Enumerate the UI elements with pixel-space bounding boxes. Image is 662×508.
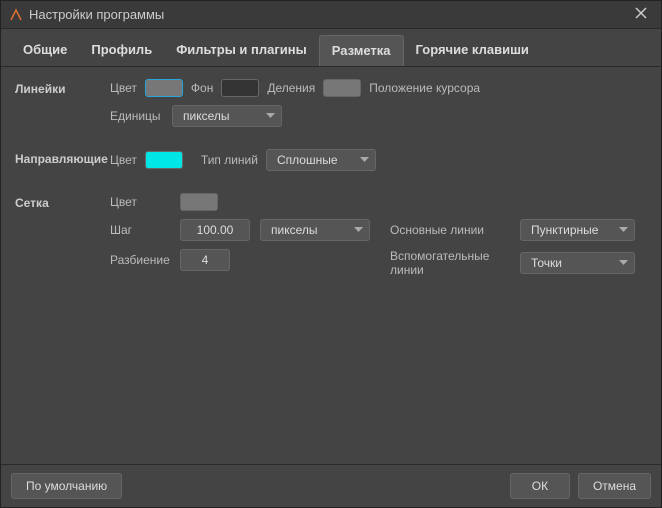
grid-main-lines-dropdown[interactable]: Пунктирные (520, 219, 635, 241)
section-grid-label: Сетка (15, 193, 110, 210)
guides-linetype-label: Тип линий (201, 153, 258, 167)
section-guides: Направляющие Цвет Тип линий Сплошные (15, 149, 647, 179)
tab-general[interactable]: Общие (11, 35, 79, 66)
grid-step-label: Шаг (110, 223, 170, 237)
tab-filters[interactable]: Фильтры и плагины (164, 35, 319, 66)
guides-linetype-dropdown[interactable]: Сплошные (266, 149, 376, 171)
app-icon (9, 8, 23, 22)
grid-color-label: Цвет (110, 195, 170, 209)
titlebar: Настройки программы (1, 1, 661, 29)
section-guides-label: Направляющие (15, 149, 110, 166)
close-button[interactable] (629, 4, 653, 26)
grid-aux-lines-label: Вспомогательные линии (390, 249, 510, 277)
grid-aux-lines-value: Точки (531, 256, 562, 270)
rulers-divisions-label: Деления (267, 81, 315, 95)
tab-hotkeys[interactable]: Горячие клавиши (404, 35, 541, 66)
settings-window: Настройки программы Общие Профиль Фильтр… (0, 0, 662, 508)
grid-color-swatch[interactable] (180, 193, 218, 211)
rulers-divisions-swatch[interactable] (323, 79, 361, 97)
chevron-down-icon (354, 227, 363, 233)
grid-main-lines-value: Пунктирные (531, 223, 598, 237)
tab-markup[interactable]: Разметка (319, 35, 404, 66)
chevron-down-icon (360, 157, 369, 163)
chevron-down-icon (619, 227, 628, 233)
chevron-down-icon (619, 260, 628, 266)
ok-button[interactable]: ОК (510, 473, 570, 499)
tab-profile[interactable]: Профиль (79, 35, 164, 66)
grid-step-units-dropdown[interactable]: пикселы (260, 219, 370, 241)
section-rulers: Линейки Цвет Фон Деления Положение курсо… (15, 79, 647, 135)
content-area: Линейки Цвет Фон Деления Положение курсо… (1, 67, 661, 464)
cancel-button[interactable]: Отмена (578, 473, 651, 499)
rulers-color-swatch[interactable] (145, 79, 183, 97)
footer: По умолчанию ОК Отмена (1, 464, 661, 507)
rulers-color-label: Цвет (110, 81, 137, 95)
rulers-bg-label: Фон (191, 81, 213, 95)
section-rulers-label: Линейки (15, 79, 110, 96)
guides-color-swatch[interactable] (145, 151, 183, 169)
grid-main-lines-label: Основные линии (390, 223, 510, 237)
guides-color-label: Цвет (110, 153, 137, 167)
chevron-down-icon (266, 113, 275, 119)
grid-subdiv-label: Разбиение (110, 253, 170, 267)
rulers-units-label: Единицы (110, 109, 164, 123)
grid-aux-lines-dropdown[interactable]: Точки (520, 252, 635, 274)
grid-subdiv-field[interactable]: 4 (180, 249, 230, 271)
guides-linetype-value: Сплошные (277, 153, 338, 167)
grid-step-field[interactable]: 100.00 (180, 219, 250, 241)
section-grid: Сетка Цвет Шаг 100.00 пикселы (15, 193, 647, 277)
tab-bar: Общие Профиль Фильтры и плагины Разметка… (1, 29, 661, 67)
window-title: Настройки программы (29, 7, 629, 22)
grid-step-units-value: пикселы (271, 223, 318, 237)
rulers-units-dropdown[interactable]: пикселы (172, 105, 282, 127)
rulers-units-value: пикселы (183, 109, 230, 123)
defaults-button[interactable]: По умолчанию (11, 473, 122, 499)
rulers-bg-swatch[interactable] (221, 79, 259, 97)
rulers-cursor-label: Положение курсора (369, 81, 480, 95)
